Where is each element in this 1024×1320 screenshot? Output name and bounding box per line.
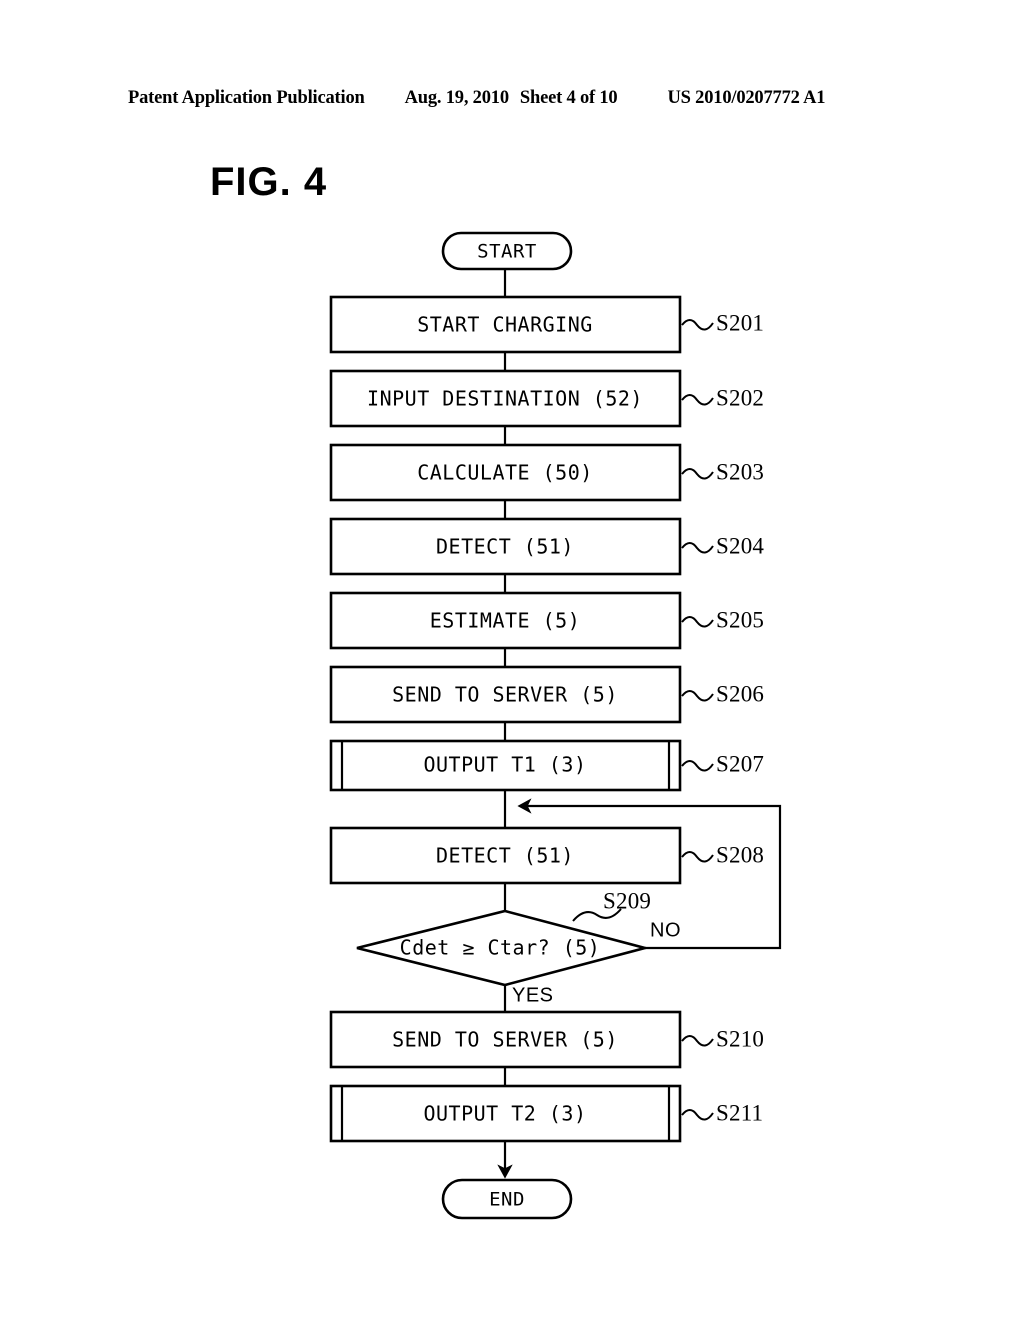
flow-node-start: START: [441, 231, 573, 271]
flow-node-s211: OUTPUT T2 (3) S211: [329, 1084, 763, 1143]
flowchart-diagram: START START CHARGING S201 INPUT DESTINAT…: [329, 231, 782, 1220]
s201-box-label: START CHARGING: [417, 313, 593, 337]
flow-node-s202: INPUT DESTINATION (52) S202: [329, 369, 764, 428]
s211-step-number: S211: [716, 1100, 763, 1125]
s202-step-number: S202: [716, 385, 764, 410]
s206-step-number: S206: [716, 681, 764, 706]
s205-step-number: S205: [716, 607, 764, 632]
s204-leader-line: [681, 542, 714, 554]
s208-leader-line: [681, 851, 714, 863]
s207-leader-line: [681, 760, 714, 772]
s208-step-number: S208: [716, 842, 764, 867]
flow-node-s210: SEND TO SERVER (5) S210: [329, 1010, 764, 1069]
decision-yes-label: YES: [512, 984, 554, 1006]
s202-box-label: INPUT DESTINATION (52): [367, 387, 643, 411]
flow-node-s206: SEND TO SERVER (5) S206: [329, 665, 764, 724]
s210-box-label: SEND TO SERVER (5): [392, 1028, 618, 1052]
flow-node-s208: DETECT (51) S208: [329, 826, 764, 885]
s202-leader-line: [681, 394, 714, 406]
flow-node-end: END: [441, 1178, 573, 1220]
s205-leader-line: [681, 616, 714, 628]
start-terminator-label: START: [477, 241, 537, 263]
flow-node-s204: DETECT (51) S204: [329, 517, 764, 576]
flow-node-s201: START CHARGING S201: [329, 295, 764, 354]
s206-leader-line: [681, 690, 714, 702]
flow-node-s207: OUTPUT T1 (3) S207: [329, 739, 764, 792]
decision-diamond-label: Cdet ≥ Ctar? (5): [400, 936, 601, 960]
s208-box-label: DETECT (51): [436, 844, 574, 868]
s206-box-label: SEND TO SERVER (5): [392, 683, 618, 707]
s204-box-label: DETECT (51): [436, 535, 574, 559]
s211-box-label: OUTPUT T2 (3): [423, 1102, 586, 1126]
s210-step-number: S210: [716, 1026, 764, 1051]
s201-leader-line: [681, 319, 714, 331]
s203-step-number: S203: [716, 459, 764, 484]
s207-step-number: S207: [716, 751, 764, 776]
s210-leader-line: [681, 1035, 714, 1047]
s209-step-number: S209: [603, 888, 651, 913]
end-terminator-label: END: [489, 1189, 525, 1211]
s207-box-label: OUTPUT T1 (3): [423, 753, 586, 777]
s203-box-label: CALCULATE (50): [417, 461, 593, 485]
s201-step-number: S201: [716, 310, 764, 335]
flow-node-s205: ESTIMATE (5) S205: [329, 591, 764, 650]
s211-leader-line: [681, 1109, 714, 1121]
s204-step-number: S204: [716, 533, 764, 558]
flow-node-s209-decision: Cdet ≥ Ctar? (5) S209 NO YES: [356, 888, 681, 1006]
s205-box-label: ESTIMATE (5): [430, 609, 581, 633]
decision-no-label: NO: [650, 919, 681, 941]
flow-node-s203: CALCULATE (50) S203: [329, 443, 764, 502]
s203-leader-line: [681, 468, 714, 480]
